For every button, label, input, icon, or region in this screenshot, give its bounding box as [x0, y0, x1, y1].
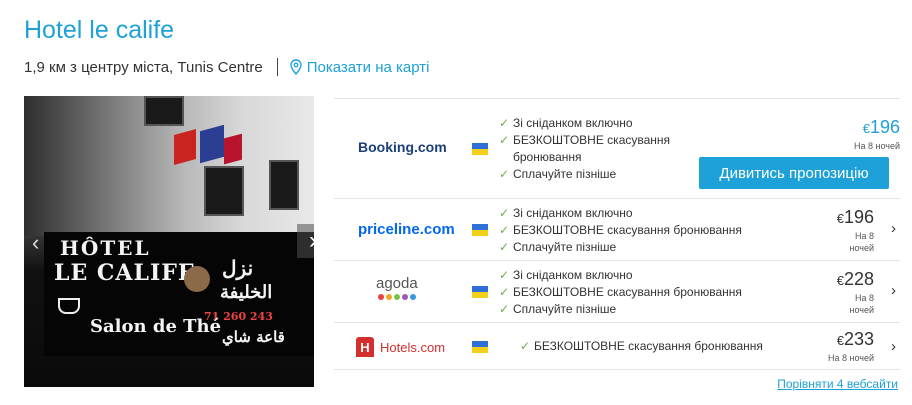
price-value: 196: [843, 207, 874, 227]
check-icon: ✓: [499, 223, 510, 237]
photo-window: [204, 166, 244, 216]
provider-logo-hotels[interactable]: H Hotels.com: [356, 337, 445, 357]
currency-symbol: €: [836, 273, 844, 288]
offers-list: Booking.com ✓ Зі сніданком включно ✓ БЕЗКО…: [334, 98, 900, 370]
photo-flag: [224, 133, 242, 165]
sign-arabic-text: قاعة شاي: [222, 328, 285, 346]
provider-logo-priceline[interactable]: priceline.com: [358, 221, 455, 238]
hotel-location: 1,9 км з центру міста, Tunis Centre Пока…: [24, 58, 429, 76]
sign-hotel-text: HÔTEL: [60, 236, 151, 260]
feature-text: Сплачуйте пізніше: [513, 302, 617, 316]
flag-ukraine-icon: [472, 341, 488, 353]
price-note: На 8 ночей: [853, 141, 900, 151]
price-note-line: На 8: [854, 293, 874, 303]
check-icon: ✓: [499, 133, 510, 147]
check-icon: ✓: [499, 167, 510, 181]
chevron-right-icon[interactable]: ›: [297, 224, 314, 258]
price-note-line: На 8: [854, 231, 874, 241]
feature-text: Зі сніданком включно: [513, 268, 633, 282]
sign-arabic-text: نزل: [222, 256, 254, 280]
flag-ukraine-icon: [472, 286, 488, 298]
hotel-photo[interactable]: HÔTEL LE CALIFE نزل الخليفة 71 260 243 S…: [24, 96, 314, 387]
provider-name: agoda: [376, 275, 418, 292]
agoda-dots: [377, 294, 417, 300]
distance-text: 1,9 км з центру міста, Tunis Centre: [24, 58, 263, 76]
price-value: 196: [869, 117, 900, 137]
offer-row[interactable]: agoda ✓ Зі сніданком включно ✓ БЕЗКОШТОВНЕ…: [334, 260, 900, 322]
price-note: На 8 ночей: [814, 230, 875, 254]
currency-symbol: €: [862, 121, 870, 136]
feature-text: БЕЗКОШТОВНЕ скасування бронювання: [534, 339, 763, 353]
check-icon: ✓: [499, 268, 510, 282]
photo-flag: [174, 129, 196, 165]
sign-emblem: [184, 266, 210, 292]
chevron-right-icon[interactable]: ›: [891, 338, 896, 355]
check-icon: ✓: [499, 240, 510, 254]
photo-window: [144, 96, 184, 126]
provider-logo-booking[interactable]: Booking.com: [358, 139, 447, 155]
offer-features: ✓ Зі сніданком включно ✓ БЕЗКОШТОВНЕ скасу…: [499, 205, 759, 256]
price-value: 233: [843, 329, 874, 349]
hotel-title[interactable]: Hotel le calife: [24, 16, 174, 45]
hotels-logo-icon: H: [356, 337, 374, 357]
chevron-right-icon[interactable]: ›: [891, 220, 896, 237]
sign-arabic-text: الخليفة: [220, 282, 273, 303]
map-pin-icon: [290, 59, 302, 75]
offer-row[interactable]: Booking.com ✓ Зі сніданком включно ✓ БЕЗКО…: [334, 98, 900, 198]
feature-text: Сплачуйте пізніше: [513, 167, 617, 181]
provider-name: Booking.com: [358, 139, 447, 155]
currency-symbol: €: [836, 333, 844, 348]
chevron-right-icon[interactable]: ›: [891, 282, 896, 299]
offer-features: ✓ Зі сніданком включно ✓ БЕЗКОШТОВНЕ скасу…: [499, 115, 689, 183]
price-note: На 8 ночей: [814, 292, 875, 316]
flag-ukraine-icon: [472, 143, 488, 155]
price-value: 228: [843, 269, 874, 289]
offer-price[interactable]: €196: [830, 117, 900, 138]
offer-features: ✓ БЕЗКОШТОВНЕ скасування бронювання: [520, 338, 780, 355]
sign-name-text: LE CALIFE: [54, 260, 196, 286]
feature-text: Зі сніданком включно: [513, 116, 633, 130]
feature-text: бронювання: [513, 150, 582, 164]
compare-sites-link[interactable]: Порівняти 4 вебсайти: [777, 377, 898, 391]
feature-text: Зі сніданком включно: [513, 206, 633, 220]
check-icon: ✓: [499, 116, 510, 130]
offer-price[interactable]: €228: [804, 269, 874, 290]
offer-features: ✓ Зі сніданком включно ✓ БЕЗКОШТОВНЕ скасу…: [499, 267, 759, 318]
currency-symbol: €: [836, 211, 844, 226]
check-icon: ✓: [499, 206, 510, 220]
photo-window: [269, 160, 299, 210]
view-deal-button[interactable]: Дивитись пропозицію: [699, 157, 889, 189]
offer-price[interactable]: €196: [804, 207, 874, 228]
feature-text: БЕЗКОШТОВНЕ скасування бронювання: [513, 223, 742, 237]
check-icon: ✓: [520, 339, 531, 353]
offer-price[interactable]: €233: [804, 329, 874, 350]
sign-salon-text: Salon de Thé: [90, 316, 222, 337]
offer-row[interactable]: H Hotels.com ✓ БЕЗКОШТОВНЕ скасування бро…: [334, 322, 900, 370]
check-icon: ✓: [499, 285, 510, 299]
photo-flag: [200, 124, 224, 164]
map-link-label: Показати на карті: [306, 58, 430, 76]
show-on-map-link[interactable]: Показати на карті: [290, 58, 430, 76]
chevron-left-icon[interactable]: ‹: [32, 230, 39, 256]
price-note-line: ночей: [849, 305, 875, 315]
cup-icon: [58, 298, 80, 314]
provider-name: priceline.com: [358, 221, 455, 238]
divider: [276, 58, 278, 76]
price-note-line: ночей: [849, 243, 875, 253]
feature-text: Сплачуйте пізніше: [513, 240, 617, 254]
provider-logo-agoda[interactable]: agoda: [376, 275, 418, 300]
feature-text: БЕЗКОШТОВНЕ скасування: [513, 133, 671, 147]
price-note: На 8 ночей: [827, 353, 874, 363]
provider-name: Hotels.com: [380, 339, 446, 355]
flag-ukraine-icon: [472, 224, 488, 236]
check-icon: ✓: [499, 302, 510, 316]
offer-row[interactable]: priceline.com ✓ Зі сніданком включно ✓ БЕЗ…: [334, 198, 900, 260]
feature-text: БЕЗКОШТОВНЕ скасування бронювання: [513, 285, 742, 299]
